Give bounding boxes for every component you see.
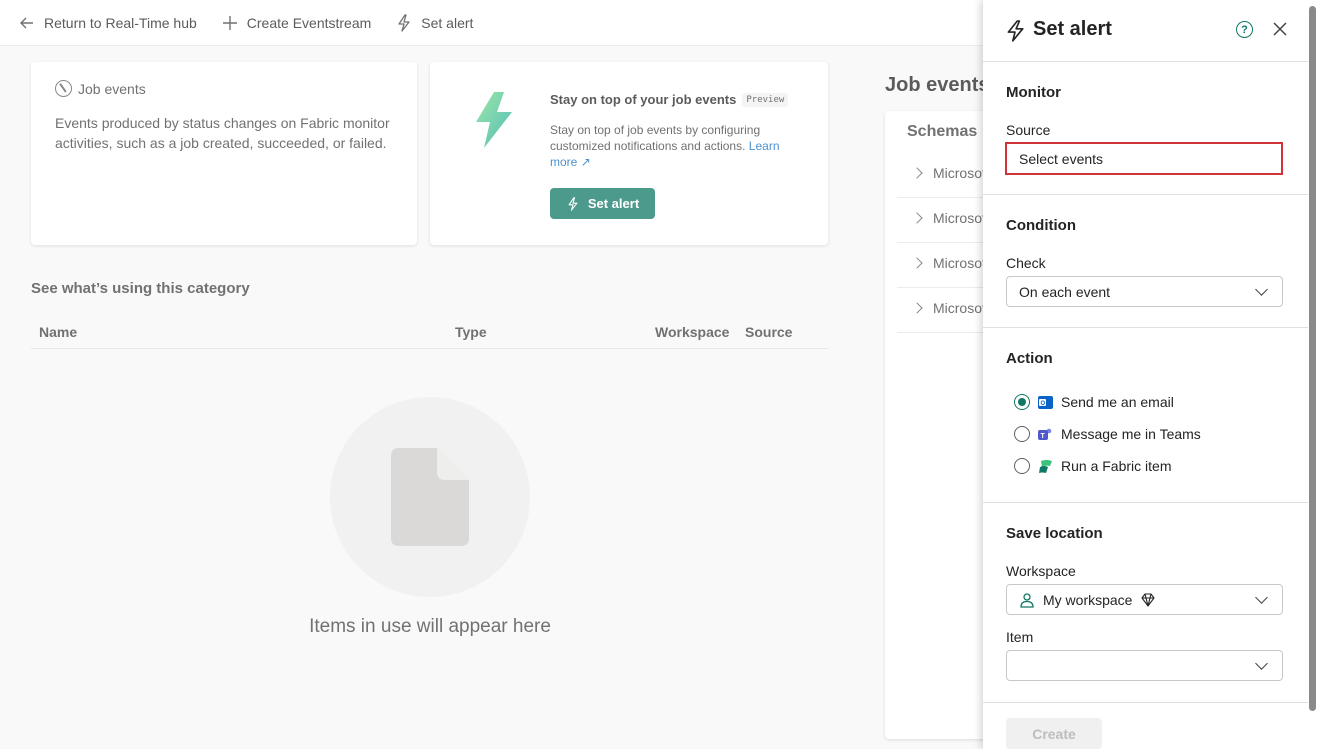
job-events-description: Events produced by status changes on Fab…: [55, 115, 390, 151]
document-icon: [391, 448, 469, 546]
job-events-icon: [55, 80, 72, 97]
alert-promo-description: Stay on top of job events by configuring…: [550, 122, 790, 170]
workspace-value: My workspace: [1043, 591, 1133, 608]
column-workspace[interactable]: Workspace: [655, 324, 729, 340]
set-alert-panel: Set alert ? Monitor Source Select events…: [983, 0, 1321, 749]
schema-row[interactable]: Microsoft: [911, 300, 990, 316]
alert-promo-card: Stay on top of your job events Preview S…: [430, 62, 828, 245]
schema-row-label: Microsoft: [933, 210, 990, 226]
chevron-right-icon: [911, 167, 923, 179]
alert-promo-title: Stay on top of your job events: [550, 92, 737, 107]
chevron-down-icon: [1255, 657, 1268, 670]
divider: [897, 197, 997, 198]
schema-row-label: Microsoft: [933, 165, 990, 181]
job-events-card: Job events Events produced by status cha…: [31, 62, 417, 245]
divider: [983, 502, 1308, 503]
create-button[interactable]: Create: [1006, 718, 1102, 749]
chevron-right-icon: [911, 302, 923, 314]
radio-unselected[interactable]: [1014, 458, 1030, 474]
alert-promo-text: Stay on top of job events by configuring…: [550, 123, 761, 153]
check-value: On each event: [1019, 283, 1111, 300]
save-section-title: Save location: [1006, 525, 1103, 542]
source-label: Source: [1006, 122, 1051, 138]
svg-text:T: T: [1041, 433, 1046, 440]
divider: [983, 702, 1308, 703]
return-to-hub-button[interactable]: Return to Real-Time hub: [18, 14, 197, 32]
external-link-icon: ↗: [580, 155, 591, 169]
chevron-down-icon: [1255, 283, 1268, 296]
schema-row-label: Microsoft: [933, 255, 990, 271]
return-label: Return to Real-Time hub: [44, 14, 197, 31]
panel-title: Set alert: [1033, 18, 1112, 40]
bolt-icon: [1007, 20, 1024, 42]
column-type[interactable]: Type: [455, 324, 487, 340]
preview-badge: Preview: [742, 92, 789, 107]
schemas-pane-title: Job events: [885, 74, 990, 96]
person-icon: [1020, 592, 1034, 608]
schema-row[interactable]: Microsoft: [911, 210, 990, 226]
usage-title: See what’s using this category: [31, 280, 250, 297]
radio-selected[interactable]: [1014, 394, 1030, 410]
teams-icon: T: [1038, 428, 1052, 440]
set-alert-button-label: Set alert: [587, 196, 640, 211]
alert-label: Set alert: [421, 14, 474, 31]
activator-bolt-icon: [476, 92, 512, 148]
chevron-right-icon: [911, 212, 923, 224]
schemas-label: Schemas: [907, 123, 978, 140]
chevron-right-icon: [911, 257, 923, 269]
empty-state-text: Items in use will appear here: [309, 616, 551, 637]
create-eventstream-button[interactable]: Create Eventstream: [221, 14, 372, 32]
item-dropdown[interactable]: [1006, 650, 1283, 681]
divider: [897, 332, 997, 333]
usage-table-header: Name Type Workspace Source: [31, 324, 828, 349]
condition-section-title: Condition: [1006, 217, 1076, 234]
workspace-dropdown[interactable]: My workspace: [1006, 584, 1283, 615]
action-teams-label: Message me in Teams: [1061, 426, 1201, 442]
column-source[interactable]: Source: [745, 324, 792, 340]
set-alert-button[interactable]: Set alert: [550, 188, 655, 219]
action-teams-option[interactable]: T Message me in Teams: [1014, 426, 1201, 442]
item-label: Item: [1006, 629, 1034, 645]
schema-row-label: Microsoft: [933, 300, 990, 316]
close-icon[interactable]: [1271, 20, 1289, 38]
source-value: Select events: [1019, 150, 1104, 167]
plus-icon: [222, 15, 237, 30]
divider: [983, 327, 1308, 328]
panel-header: Set alert ?: [983, 0, 1308, 62]
arrow-left-icon: [20, 17, 33, 28]
action-email-option[interactable]: O Send me an email: [1014, 394, 1174, 410]
workspace-label: Workspace: [1006, 563, 1076, 579]
action-fabric-option[interactable]: Run a Fabric item: [1014, 458, 1171, 474]
check-dropdown[interactable]: On each event: [1006, 276, 1283, 307]
outlook-icon: O: [1038, 395, 1053, 409]
action-fabric-label: Run a Fabric item: [1061, 458, 1172, 474]
chevron-down-icon: [1255, 591, 1268, 604]
schemas-pane: Job events Schemas Microsoft Microsoft M…: [885, 46, 1005, 749]
diamond-icon: [1141, 592, 1156, 607]
schema-row[interactable]: Microsoft: [911, 255, 990, 271]
divider: [897, 287, 997, 288]
svg-text:O: O: [1041, 401, 1046, 407]
radio-unselected[interactable]: [1014, 426, 1030, 442]
create-label: Create Eventstream: [246, 14, 372, 31]
divider: [897, 242, 997, 243]
action-section-title: Action: [1006, 350, 1053, 367]
bolt-icon: [568, 196, 578, 211]
source-select-events[interactable]: Select events: [1005, 142, 1283, 175]
schema-row[interactable]: Microsoft: [911, 165, 990, 181]
fabric-icon: [1039, 459, 1052, 473]
empty-state-illustration: [330, 397, 530, 597]
set-alert-toolbar-button[interactable]: Set alert: [395, 13, 474, 32]
column-name[interactable]: Name: [39, 324, 77, 340]
help-icon[interactable]: ?: [1236, 21, 1253, 38]
check-label: Check: [1006, 255, 1046, 271]
panel-scrollbar[interactable]: [1309, 6, 1316, 711]
divider: [983, 194, 1308, 195]
action-email-label: Send me an email: [1061, 394, 1174, 410]
job-events-title: Job events: [78, 80, 146, 97]
bolt-icon: [398, 13, 410, 32]
monitor-section-title: Monitor: [1006, 84, 1061, 101]
